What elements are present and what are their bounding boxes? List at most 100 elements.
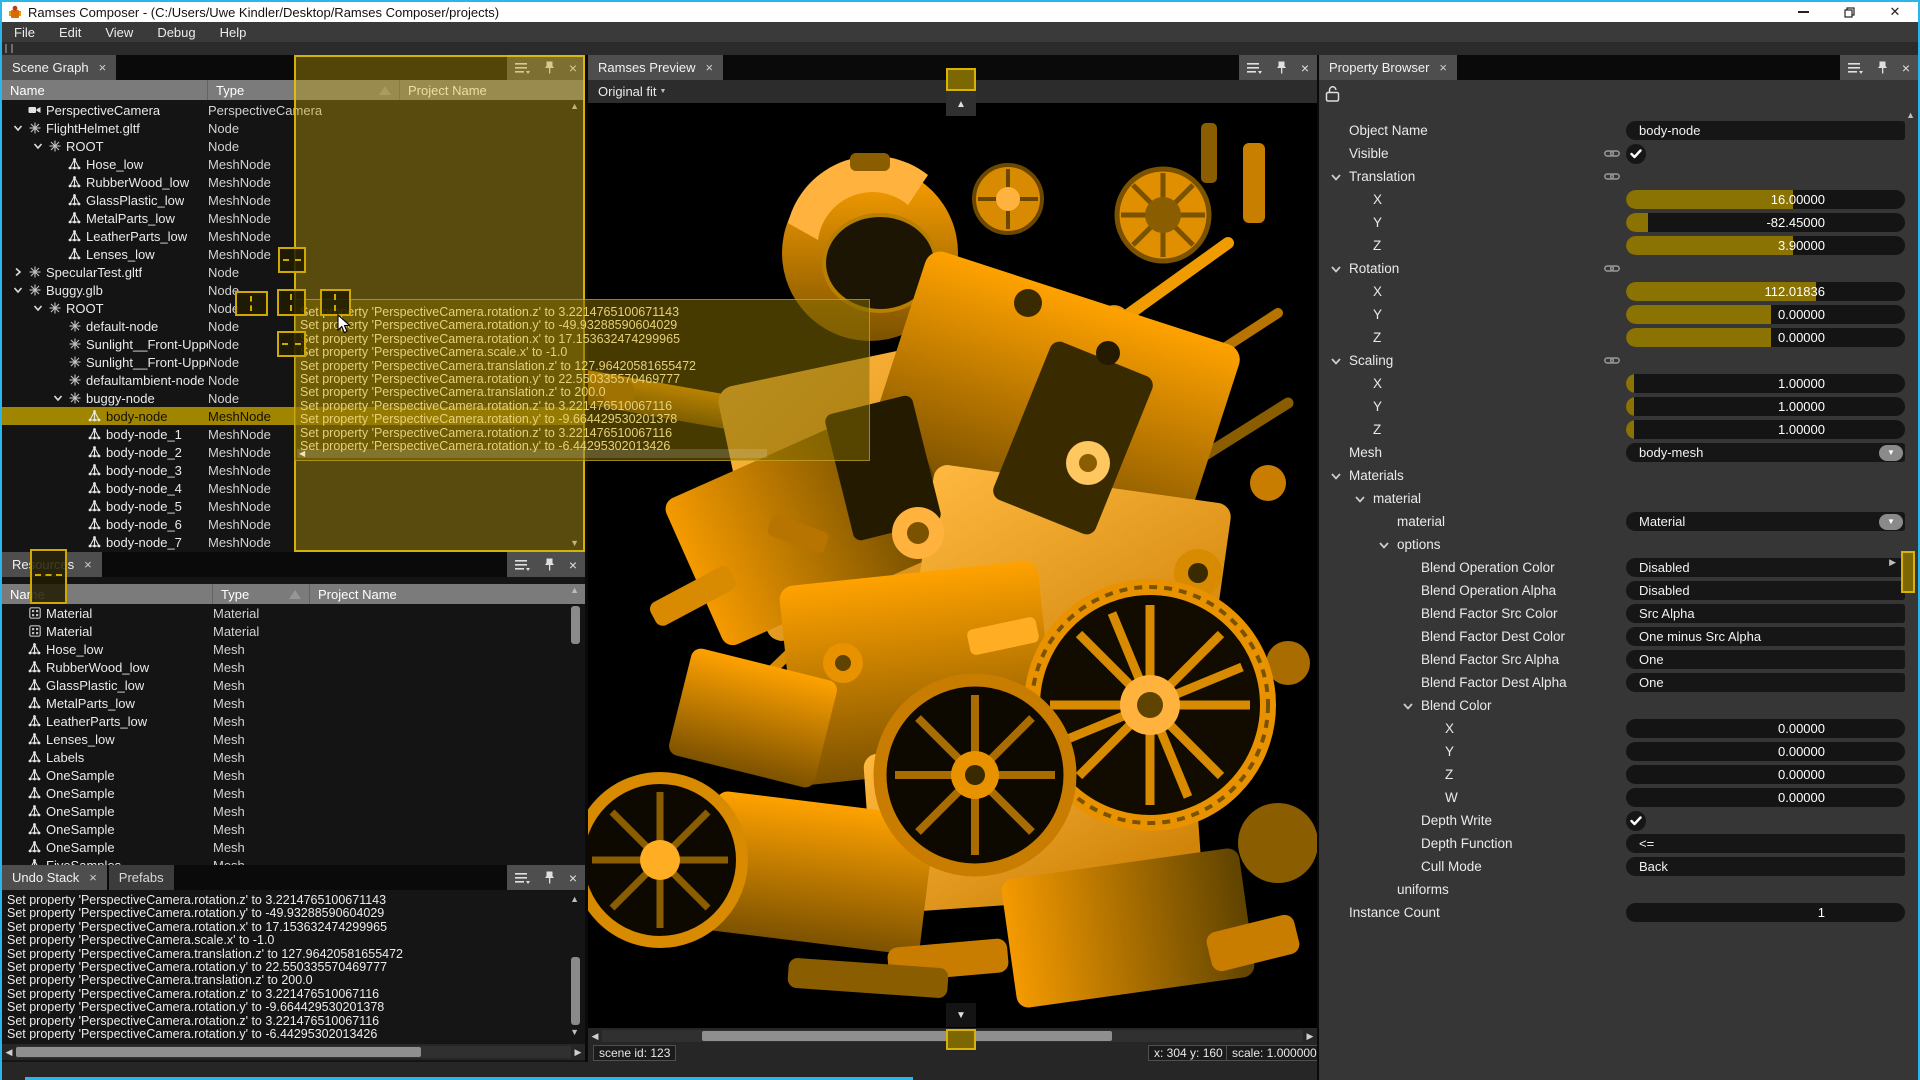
restore-button[interactable]	[1826, 2, 1872, 22]
tab-close-icon[interactable]: ×	[706, 60, 714, 75]
dock-close-icon[interactable]: ×	[569, 870, 577, 886]
value-slider[interactable]: 112.01836	[1626, 282, 1905, 301]
chevron-down-icon[interactable]	[13, 285, 23, 295]
scroll-right-icon[interactable]: ▶	[571, 1047, 585, 1058]
link-icon[interactable]	[1604, 355, 1620, 366]
chevron-down-icon[interactable]	[1330, 172, 1342, 182]
list-item[interactable]: OneSample Mesh	[2, 784, 585, 802]
dock-menu-icon[interactable]	[515, 872, 530, 884]
scroll-up-icon[interactable]: ▲	[1906, 111, 1915, 120]
undo-log-entry[interactable]: Set property 'PerspectiveCamera.rotation…	[2, 893, 567, 906]
menu-edit[interactable]: Edit	[47, 22, 93, 42]
text-input[interactable]: body-node	[1626, 121, 1905, 140]
undo-log-entry[interactable]: Set property 'PerspectiveCamera.rotation…	[2, 1000, 567, 1013]
value-slider[interactable]: 0.00000	[1626, 742, 1905, 761]
preview-scroll-down-icon[interactable]: ▼	[946, 1003, 976, 1027]
undo-log-entry[interactable]: Set property 'PerspectiveCamera.rotation…	[2, 906, 567, 919]
list-item[interactable]: Material Material	[2, 604, 585, 622]
chevron-down-icon[interactable]	[13, 123, 23, 133]
list-item[interactable]: Material Material	[2, 622, 585, 640]
undo-log-entry[interactable]: Set property 'PerspectiveCamera.translat…	[2, 947, 567, 960]
list-item[interactable]: Labels Mesh	[2, 748, 585, 766]
chevron-down-icon[interactable]	[1330, 356, 1342, 366]
list-item[interactable]: OneSample Mesh	[2, 838, 585, 856]
props-scrollbar-thumb[interactable]	[1901, 551, 1915, 593]
column-header-type[interactable]: Type	[213, 584, 310, 604]
tab-close-icon[interactable]: ×	[84, 557, 92, 572]
dock-menu-icon[interactable]	[1247, 62, 1262, 74]
option-dropdown[interactable]: Disabled	[1626, 581, 1905, 600]
chevron-down-icon[interactable]	[1378, 540, 1390, 550]
minimize-button[interactable]	[1780, 2, 1826, 22]
undo-hscrollbar[interactable]: ◀ ▶	[2, 1044, 585, 1060]
chevron-down-icon[interactable]	[1330, 264, 1342, 274]
list-item[interactable]: LeatherParts_low Mesh	[2, 712, 585, 730]
unlock-icon[interactable]	[1325, 85, 1340, 107]
reference-dropdown[interactable]: Material ▼	[1626, 512, 1905, 531]
chevron-down-icon[interactable]: ▼	[1879, 514, 1903, 530]
value-slider[interactable]: 0.00000	[1626, 305, 1905, 324]
pin-icon[interactable]	[544, 558, 555, 571]
undo-log-entry[interactable]: Set property 'PerspectiveCamera.rotation…	[2, 1014, 567, 1027]
preview-vscroll-thumb-top[interactable]	[946, 68, 976, 91]
chevron-down-icon[interactable]	[1402, 701, 1414, 711]
scrollbar-thumb[interactable]	[571, 957, 580, 1025]
chevron-down-icon[interactable]	[1354, 494, 1366, 504]
value-slider[interactable]: 0.00000	[1626, 328, 1905, 347]
tab-property-browser[interactable]: Property Browser×	[1319, 55, 1457, 80]
tab-close-icon[interactable]: ×	[89, 870, 97, 885]
list-item[interactable]: Hose_low Mesh	[2, 640, 585, 658]
chevron-down-icon[interactable]	[33, 303, 43, 313]
value-slider[interactable]: 1.00000	[1626, 374, 1905, 393]
list-item[interactable]: OneSample Mesh	[2, 802, 585, 820]
viewport[interactable]	[588, 103, 1317, 1028]
checkbox-checked[interactable]	[1626, 144, 1646, 164]
preview-scroll-up-icon[interactable]: ▲	[946, 92, 976, 116]
value-slider[interactable]: 1.00000	[1626, 397, 1905, 416]
list-item[interactable]: FiveSamples Mesh	[2, 856, 585, 865]
list-item[interactable]: OneSample Mesh	[2, 820, 585, 838]
scrollbar-thumb[interactable]	[16, 1047, 421, 1057]
option-dropdown[interactable]: One minus Src Alpha	[1626, 627, 1905, 646]
tab-ramses-preview[interactable]: Ramses Preview×	[588, 55, 723, 80]
close-button[interactable]: ✕	[1872, 2, 1918, 22]
link-icon[interactable]	[1604, 148, 1620, 159]
undo-log-entry[interactable]: Set property 'PerspectiveCamera.rotation…	[2, 920, 567, 933]
list-item[interactable]: GlassPlastic_low Mesh	[2, 676, 585, 694]
dock-close-icon[interactable]: ×	[1902, 60, 1910, 76]
chevron-down-icon[interactable]	[33, 141, 43, 151]
list-item[interactable]: MetalParts_low Mesh	[2, 694, 585, 712]
tab-close-icon[interactable]: ×	[99, 60, 107, 75]
scrollbar-thumb[interactable]	[702, 1031, 1112, 1041]
undo-log-entry[interactable]: Set property 'PerspectiveCamera.scale.x'…	[2, 933, 567, 946]
option-dropdown[interactable]: Back	[1626, 857, 1905, 876]
tab-scene-graph[interactable]: Scene Graph×	[2, 55, 116, 80]
list-item[interactable]: OneSample Mesh	[2, 766, 585, 784]
value-slider[interactable]: -82.45000	[1626, 213, 1905, 232]
tab-close-icon[interactable]: ×	[1439, 60, 1447, 75]
scroll-up-icon[interactable]: ▲	[570, 586, 579, 595]
chevron-down-icon[interactable]: ▼	[1879, 445, 1903, 461]
dock-menu-icon[interactable]	[1848, 62, 1863, 74]
value-slider[interactable]: 0.00000	[1626, 719, 1905, 738]
column-header-project[interactable]: Project Name	[310, 584, 585, 604]
value-slider[interactable]: 16.00000	[1626, 190, 1905, 209]
preview-vscroll-thumb-bottom[interactable]	[946, 1029, 976, 1050]
dock-close-icon[interactable]: ×	[1301, 60, 1309, 76]
scroll-up-icon[interactable]: ▲	[570, 895, 579, 904]
option-dropdown[interactable]: Src Alpha	[1626, 604, 1905, 623]
column-header-name[interactable]: Name	[2, 80, 208, 100]
dock-menu-icon[interactable]	[515, 559, 530, 571]
link-icon[interactable]	[1604, 263, 1620, 274]
scroll-down-icon[interactable]: ▼	[570, 1028, 579, 1037]
list-item[interactable]: RubberWood_low Mesh	[2, 658, 585, 676]
link-icon[interactable]	[1604, 171, 1620, 182]
value-slider[interactable]: 1.00000	[1626, 420, 1905, 439]
dock-close-icon[interactable]: ×	[569, 557, 577, 573]
menu-file[interactable]: File	[2, 22, 47, 42]
value-slider[interactable]: 0.00000	[1626, 765, 1905, 784]
scroll-left-icon[interactable]: ◀	[2, 1047, 16, 1058]
value-slider[interactable]: 0.00000	[1626, 788, 1905, 807]
option-dropdown[interactable]: <=	[1626, 834, 1905, 853]
option-dropdown[interactable]: Disabled	[1626, 558, 1905, 577]
